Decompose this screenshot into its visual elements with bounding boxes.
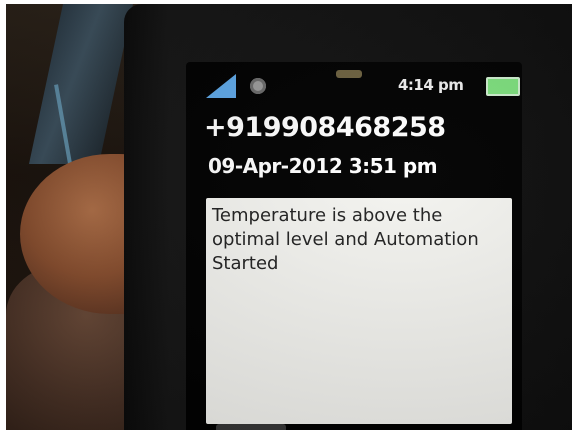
status-time: 4:14 pm: [398, 76, 464, 94]
status-bar: 4:14 pm: [186, 62, 522, 102]
phone-screen: 4:14 pm +919908468258 09-Apr-2012 3:51 p…: [186, 62, 522, 430]
photo-frame: 4:14 pm +919908468258 09-Apr-2012 3:51 p…: [6, 4, 572, 430]
music-icon: [336, 70, 362, 78]
gear-icon: [250, 78, 266, 94]
message-datetime: 09-Apr-2012 3:51 pm: [208, 154, 438, 178]
sender-number: +919908468258: [204, 112, 446, 143]
softkey-label[interactable]: [216, 424, 286, 430]
message-box[interactable]: Temperature is above the optimal level a…: [206, 198, 512, 424]
signal-icon: [206, 74, 236, 98]
message-body: Temperature is above the optimal level a…: [212, 205, 479, 274]
battery-icon: [486, 77, 520, 96]
